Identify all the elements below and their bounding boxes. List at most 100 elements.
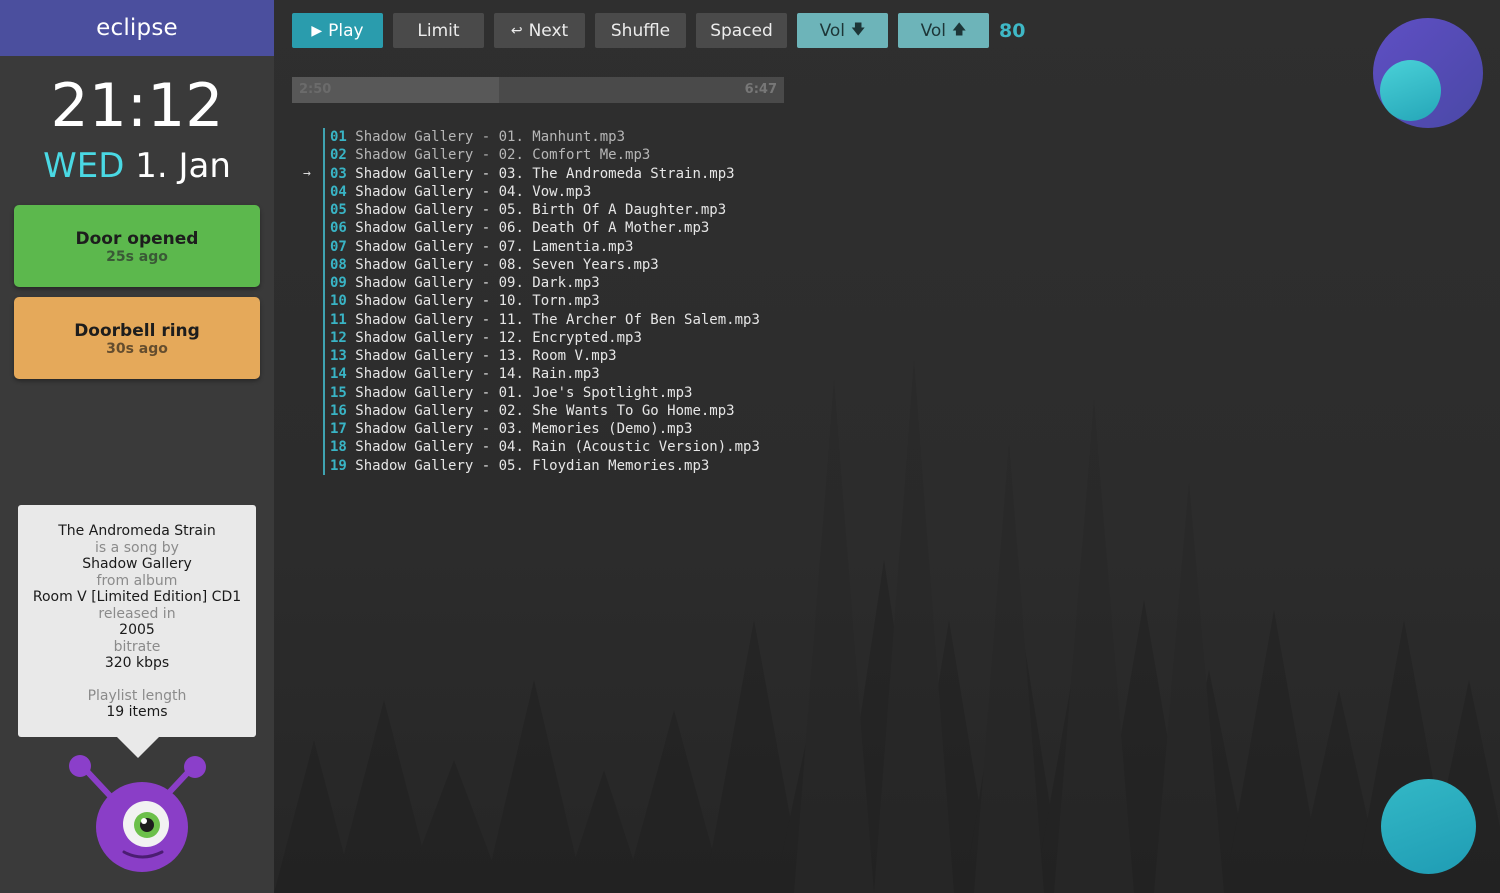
sidebar: eclipse 21:12 WED 1. Jan Door opened 25s…: [0, 0, 274, 893]
playlist-item[interactable]: 15 Shadow Gallery - 01. Joe's Spotlight.…: [330, 384, 760, 402]
volume-up-button[interactable]: Vol 🡅: [898, 13, 989, 48]
track-number: 11: [330, 311, 347, 328]
track-title: Shadow Gallery - 09. Dark.mp3: [355, 275, 600, 291]
track-title: Shadow Gallery - 01. Joe's Spotlight.mp3: [355, 384, 693, 401]
track-title: Shadow Gallery - 11. The Archer Of Ben S…: [355, 311, 760, 328]
date-day-month: 1. Jan: [135, 146, 231, 186]
event-card-door[interactable]: Door opened 25s ago: [14, 205, 260, 287]
playlist-item[interactable]: 07 Shadow Gallery - 07. Lamentia.mp3: [330, 238, 760, 256]
player-toolbar: ▶ Play Limit ↩ Next Shuffle Spaced Vol 🡇…: [292, 13, 1025, 48]
track-title: Shadow Gallery - 08. Seven Years.mp3: [355, 256, 659, 273]
track-title: Shadow Gallery - 05. Floydian Memories.m…: [355, 457, 710, 474]
playlist-length: 19 items: [106, 704, 168, 720]
track-number: 17: [330, 421, 347, 437]
spaced-button[interactable]: Spaced: [696, 13, 787, 48]
next-label: Next: [528, 20, 569, 41]
playlist-item[interactable]: 09 Shadow Gallery - 09. Dark.mp3: [330, 274, 760, 292]
track-number: 15: [330, 384, 347, 401]
playlist-item[interactable]: 10 Shadow Gallery - 10. Torn.mp3: [330, 292, 760, 310]
brand-title: eclipse: [0, 0, 274, 56]
volume-down-label: Vol: [819, 20, 846, 41]
song-label: is a song by: [95, 539, 179, 556]
track-number: 07: [330, 238, 347, 255]
elapsed-time: 2:50: [299, 82, 332, 97]
song-bitrate: 320 kbps: [104, 655, 170, 671]
limit-button[interactable]: Limit: [393, 13, 484, 48]
playlist-item[interactable]: 11 Shadow Gallery - 11. The Archer Of Be…: [330, 311, 760, 329]
track-title: Shadow Gallery - 06. Death Of A Mother.m…: [355, 220, 710, 237]
event-time: 30s ago: [106, 341, 168, 357]
track-title: Shadow Gallery - 02. Comfort Me.mp3: [355, 147, 651, 164]
track-title: Shadow Gallery - 04. Rain (Acoustic Vers…: [355, 439, 760, 456]
playlist-item[interactable]: 06 Shadow Gallery - 06. Death Of A Mothe…: [330, 219, 760, 237]
track-number: 04: [330, 183, 347, 200]
track-number: 18: [330, 439, 347, 456]
song-info-bubble: The Andromeda Strain is a song by Shadow…: [18, 505, 256, 737]
clock: 21:12: [50, 71, 224, 141]
shuffle-button[interactable]: Shuffle: [595, 13, 686, 48]
playlist-item[interactable]: 14 Shadow Gallery - 14. Rain.mp3: [330, 365, 760, 383]
track-title: Shadow Gallery - 12. Encrypted.mp3: [355, 329, 642, 346]
volume-down-button[interactable]: Vol 🡇: [797, 13, 888, 48]
playlist-item[interactable]: 05 Shadow Gallery - 05. Birth Of A Daugh…: [330, 201, 760, 219]
event-title: Doorbell ring: [74, 321, 200, 341]
track-title: Shadow Gallery - 07. Lamentia.mp3: [355, 238, 634, 255]
undo-arrow-icon: ↩: [510, 22, 523, 39]
playlist-item[interactable]: 04 Shadow Gallery - 04. Vow.mp3: [330, 183, 760, 201]
playlist-item-current[interactable]: → 03 Shadow Gallery - 03. The Andromeda S…: [303, 165, 760, 183]
track-number: 02: [330, 147, 347, 164]
album-label: from album: [96, 572, 178, 589]
playlist-item[interactable]: 18 Shadow Gallery - 04. Rain (Acoustic V…: [330, 438, 760, 456]
playlist-item[interactable]: 02 Shadow Gallery - 02. Comfort Me.mp3: [330, 146, 760, 164]
track-number: 12: [330, 329, 347, 346]
play-label: Play: [328, 20, 364, 41]
song-artist: Shadow Gallery: [82, 556, 192, 572]
date: WED 1. Jan: [0, 146, 274, 186]
track-number: 03: [330, 165, 347, 182]
track-title: Shadow Gallery - 13. Room V.mp3: [355, 348, 617, 364]
song-album: Room V [Limited Edition] CD1: [32, 589, 242, 605]
song-title: The Andromeda Strain: [58, 523, 216, 539]
playlist-item[interactable]: 19 Shadow Gallery - 05. Floydian Memorie…: [330, 457, 760, 475]
track-number: 14: [330, 366, 347, 383]
arrow-up-icon: 🡅: [952, 21, 967, 38]
track-title: Shadow Gallery - 01. Manhunt.mp3: [355, 129, 626, 145]
track-title: Shadow Gallery - 04. Vow.mp3: [355, 183, 592, 200]
track-number: 06: [330, 220, 347, 237]
playlist-item[interactable]: 01 Shadow Gallery - 01. Manhunt.mp3: [330, 128, 760, 146]
next-button[interactable]: ↩ Next: [494, 13, 585, 48]
track-number: 16: [330, 402, 347, 419]
volume-level: 80: [999, 19, 1026, 42]
track-number: 05: [330, 202, 347, 218]
playlist-item[interactable]: 16 Shadow Gallery - 02. She Wants To Go …: [330, 402, 760, 420]
track-number: 08: [330, 256, 347, 273]
current-track-arrow-icon: →: [303, 165, 311, 181]
track-number: 13: [330, 348, 347, 364]
track-title: Shadow Gallery - 03. The Andromeda Strai…: [355, 165, 735, 182]
track-number: 09: [330, 275, 347, 291]
playlist-item[interactable]: 17 Shadow Gallery - 03. Memories (Demo).…: [330, 420, 760, 438]
playlist-item[interactable]: 08 Shadow Gallery - 08. Seven Years.mp3: [330, 256, 760, 274]
play-icon: ▶: [311, 22, 323, 39]
bitrate-label: bitrate: [113, 638, 161, 655]
track-title: Shadow Gallery - 10. Torn.mp3: [355, 293, 600, 310]
track-title: Shadow Gallery - 14. Rain.mp3: [355, 366, 600, 383]
progress-bar[interactable]: 2:50 6:47: [292, 77, 784, 103]
playlist-item[interactable]: 12 Shadow Gallery - 12. Encrypted.mp3: [330, 329, 760, 347]
event-time: 25s ago: [106, 249, 168, 265]
track-title: Shadow Gallery - 02. She Wants To Go Hom…: [355, 402, 735, 419]
event-card-doorbell[interactable]: Doorbell ring 30s ago: [14, 297, 260, 379]
playlist-item[interactable]: 13 Shadow Gallery - 13. Room V.mp3: [330, 347, 760, 365]
released-label: released in: [98, 605, 176, 622]
playlist: 01 Shadow Gallery - 01. Manhunt.mp3 02 Sh…: [303, 128, 760, 475]
decorative-orb-teal: [1381, 779, 1476, 874]
track-number: 01: [330, 129, 347, 145]
track-number: 10: [330, 293, 347, 310]
purple-monster-icon[interactable]: [64, 754, 212, 878]
volume-up-label: Vol: [920, 20, 947, 41]
date-weekday: WED: [43, 146, 125, 186]
total-time: 6:47: [744, 82, 777, 97]
track-title: Shadow Gallery - 05. Birth Of A Daughter…: [355, 202, 727, 218]
play-button[interactable]: ▶ Play: [292, 13, 383, 48]
event-title: Door opened: [75, 229, 199, 249]
